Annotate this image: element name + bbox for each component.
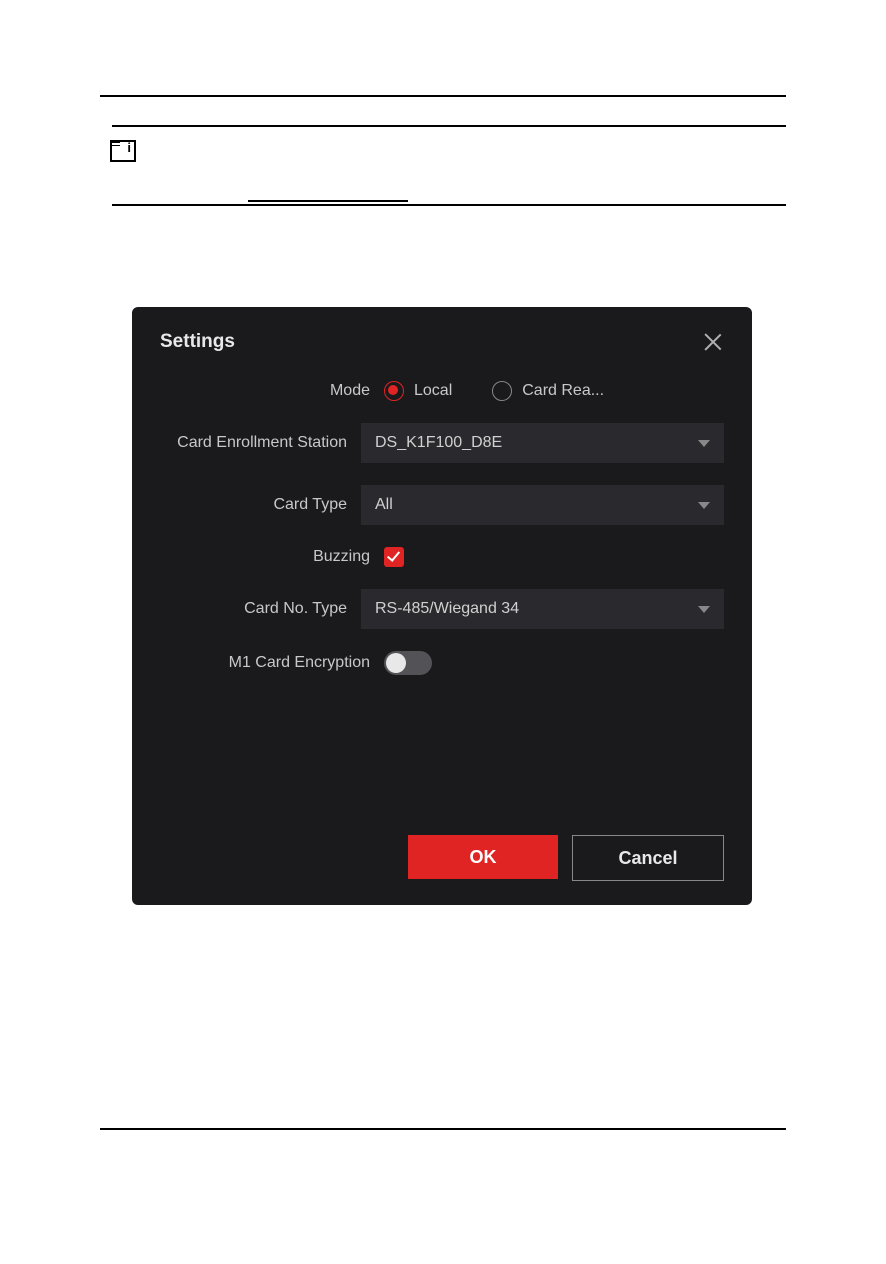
m1-encryption-toggle[interactable]: [384, 651, 432, 675]
enrollment-station-value: DS_K1F100_D8E: [375, 434, 502, 452]
horizontal-rule: [100, 1128, 786, 1130]
cancel-button[interactable]: Cancel: [572, 835, 724, 881]
mode-row: Mode Local Card Rea...: [160, 381, 724, 401]
buzzing-row: Buzzing: [160, 547, 724, 567]
card-type-label: Card Type: [160, 496, 361, 514]
ok-button[interactable]: OK: [408, 835, 558, 879]
card-no-type-row: Card No. Type RS-485/Wiegand 34: [160, 589, 724, 629]
link-underline: [248, 200, 408, 202]
chevron-down-icon: [698, 440, 710, 447]
card-type-value: All: [375, 496, 393, 514]
radio-local-label[interactable]: Local: [414, 382, 452, 400]
chevron-down-icon: [698, 606, 710, 613]
enrollment-station-row: Card Enrollment Station DS_K1F100_D8E: [160, 423, 724, 463]
chevron-down-icon: [698, 502, 710, 509]
mode-field: Local Card Rea...: [384, 381, 724, 401]
radio-card-reader[interactable]: [492, 381, 512, 401]
horizontal-rule: [100, 95, 786, 97]
note-icon: [110, 140, 136, 162]
card-type-row: Card Type All: [160, 485, 724, 525]
buzzing-label: Buzzing: [160, 548, 384, 566]
m1-encryption-row: M1 Card Encryption: [160, 651, 724, 675]
card-no-type-value: RS-485/Wiegand 34: [375, 600, 519, 618]
settings-dialog: Settings Mode Local Card Rea... Card Enr…: [132, 307, 752, 905]
dialog-title: Settings: [160, 331, 235, 353]
close-icon[interactable]: [702, 331, 724, 353]
dialog-header: Settings: [132, 307, 752, 381]
radio-local[interactable]: [384, 381, 404, 401]
card-no-type-label: Card No. Type: [160, 600, 361, 618]
card-type-select[interactable]: All: [361, 485, 724, 525]
enrollment-station-select[interactable]: DS_K1F100_D8E: [361, 423, 724, 463]
buzzing-checkbox[interactable]: [384, 547, 404, 567]
horizontal-rule: [112, 204, 786, 206]
dialog-footer: OK Cancel: [408, 835, 724, 881]
card-no-type-select[interactable]: RS-485/Wiegand 34: [361, 589, 724, 629]
enrollment-station-label: Card Enrollment Station: [160, 434, 361, 452]
horizontal-rule: [112, 125, 786, 127]
mode-label: Mode: [160, 382, 384, 400]
m1-encryption-label: M1 Card Encryption: [160, 654, 384, 672]
radio-card-reader-label[interactable]: Card Rea...: [522, 382, 604, 400]
dialog-body: Mode Local Card Rea... Card Enrollment S…: [132, 381, 752, 675]
